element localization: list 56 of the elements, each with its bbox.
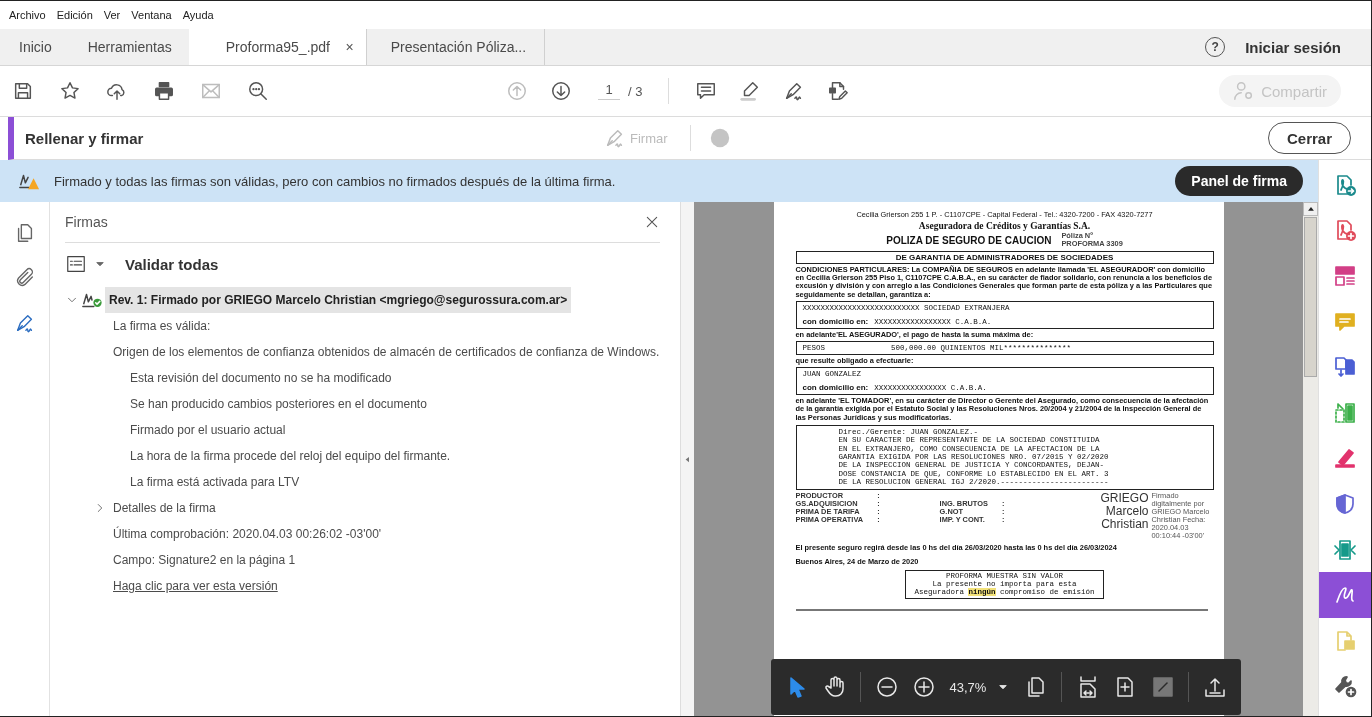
scrollbar-thumb[interactable] — [1304, 217, 1317, 377]
zoom-in-icon[interactable] — [912, 675, 936, 699]
tab[interactable]: Inicio — [0, 29, 69, 65]
signature-detail-text: Firmado por el usuario actual — [130, 422, 287, 439]
signature-detail-text: La firma está activada para LTV — [130, 474, 301, 491]
version-link[interactable]: Haga clic para ver esta versión — [113, 573, 660, 599]
section-title: DE GARANTIA DE ADMINISTRADORES DE SOCIEDADES — [795, 251, 1214, 264]
page-label: con domicilio en: — [802, 383, 869, 393]
tab[interactable]: Proforma95_.pdf × — [188, 29, 367, 65]
signature-detail-text: Se han producido cambios posteriores en el documento — [130, 396, 428, 413]
menu-item[interactable]: Archivo — [9, 9, 46, 21]
menu-item[interactable]: Ayuda — [182, 9, 214, 21]
color-dot-icon[interactable] — [708, 127, 731, 149]
zoom-value[interactable]: 43,7% — [949, 679, 987, 695]
signature-detail-text: Esta revisión del documento no se ha modificado — [130, 370, 393, 387]
comment-icon[interactable] — [695, 80, 718, 102]
close-icon[interactable] — [644, 214, 660, 230]
signature-detail-text: Origen de los elementos de confianza obtenidos de almacén de certificados de confianza de Windows. — [113, 344, 660, 361]
tool-button[interactable] — [1319, 572, 1371, 618]
star-icon[interactable] — [59, 80, 81, 102]
signature-detail-text: Campo: Signature2 en la página 1 — [113, 552, 297, 569]
tab[interactable]: Herramientas — [68, 29, 189, 65]
upload-icon[interactable] — [1202, 675, 1227, 699]
signature-detail-text: La hora de la firma procede del reloj del equipo del firmante. — [130, 448, 452, 465]
tab[interactable]: Presentación Póliza... — [366, 29, 545, 65]
menu-item[interactable]: Edición — [56, 9, 93, 21]
zoom-out-icon[interactable] — [874, 675, 899, 699]
signature-detail-text: Última comprobación: 2020.04.03 00:26:02 -03'00' — [113, 525, 383, 543]
close-button[interactable]: Cerrar — [1267, 122, 1351, 154]
zoom-search-icon[interactable] — [247, 80, 269, 102]
validate-all-button[interactable]: Validar todas — [125, 255, 219, 273]
page-number-field[interactable]: 1 — [598, 82, 620, 100]
signature-detail-text: La firma es válida: — [113, 318, 212, 335]
page-label: con domicilio en: — [802, 316, 869, 326]
signature-details-toggle[interactable]: Detalles de la firma — [113, 495, 216, 521]
menu-item[interactable]: Ver — [103, 9, 121, 21]
tool-title: Rellenar y firmar — [24, 129, 145, 147]
panel-title: Firmas — [65, 214, 108, 230]
page-count: / 3 — [628, 83, 643, 99]
page-heading: POLIZA DE SEGURO DE CAUCION — [886, 234, 1052, 246]
status-message: Firmado y todas las firmas son válidas, pero con cambios no firmados después de la última firma. — [54, 173, 616, 189]
list-icon[interactable] — [65, 253, 87, 275]
company-name: Aseguradora de Créditos y Garantías S.A. — [917, 221, 1092, 231]
sign-in-link[interactable]: Iniciar sesión — [1245, 38, 1341, 56]
save-icon[interactable] — [12, 80, 34, 102]
close-tab-button[interactable]: × — [345, 39, 354, 55]
printer-icon[interactable] — [153, 80, 175, 102]
menu-item[interactable]: Ventana — [131, 9, 172, 21]
signature-panel-button[interactable]: Panel de firma — [1175, 166, 1303, 196]
signer-name: Marcelo — [1105, 504, 1149, 518]
hand-icon[interactable] — [822, 675, 847, 699]
signer-name: Christian — [1101, 517, 1149, 531]
scrollbar[interactable] — [1303, 202, 1318, 716]
signature-entry[interactable]: Rev. 1: Firmado por GRIEGO Marcelo Christian <mgriego@segurossura.com.ar> — [105, 287, 572, 313]
signer-name: GRIEGO — [1100, 491, 1149, 505]
document-pencil-icon[interactable] — [827, 80, 850, 102]
